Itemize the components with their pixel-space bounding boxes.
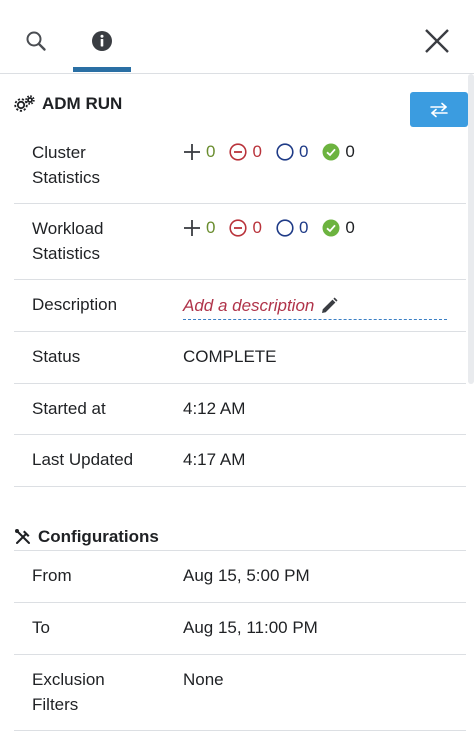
exclusion-filters-row: Exclusion Filters None bbox=[14, 655, 466, 731]
stat-approved-count: 0 bbox=[345, 142, 355, 161]
minus-circle-icon bbox=[229, 219, 248, 237]
label-line-2: Statistics bbox=[32, 168, 101, 187]
label-line-1: Workload bbox=[32, 219, 104, 238]
workload-statistics-label: Workload Statistics bbox=[32, 216, 104, 266]
to-row: To Aug 15, 11:00 PM bbox=[14, 603, 466, 655]
stat-approved: 0 bbox=[322, 218, 355, 238]
plus-icon bbox=[184, 144, 200, 160]
stat-removed-count: 0 bbox=[252, 142, 262, 161]
status-value: COMPLETE bbox=[183, 347, 277, 366]
cluster-stats: 0 0 0 0 bbox=[183, 142, 369, 162]
stat-approved: 0 bbox=[322, 142, 355, 162]
stat-unchanged: 0 bbox=[276, 218, 308, 238]
panel-header bbox=[0, 0, 474, 74]
description-row: Description Add a description bbox=[14, 280, 466, 332]
tools-icon bbox=[14, 528, 32, 546]
scrollbar[interactable] bbox=[468, 74, 474, 384]
stat-unchanged: 0 bbox=[276, 142, 308, 162]
last-updated-label: Last Updated bbox=[32, 450, 134, 469]
stat-removed: 0 bbox=[229, 142, 262, 162]
active-tab-indicator bbox=[73, 67, 131, 72]
adm-run-title-text: ADM RUN bbox=[42, 94, 123, 113]
label-line-2: Statistics bbox=[32, 244, 101, 263]
status-row: Status COMPLETE bbox=[14, 332, 466, 384]
exclusion-filters-label: Exclusion Filters bbox=[32, 667, 105, 717]
last-updated-row: Last Updated 4:17 AM bbox=[14, 435, 466, 487]
switch-button[interactable] bbox=[410, 92, 468, 127]
check-circle-icon bbox=[322, 143, 340, 161]
add-description-link[interactable]: Add a description bbox=[183, 292, 447, 320]
label-line-1: Cluster bbox=[32, 143, 86, 162]
configurations-title: Configurations bbox=[14, 527, 159, 547]
tab-search[interactable] bbox=[12, 20, 60, 62]
started-at-value: 4:12 AM bbox=[183, 399, 246, 418]
add-description-text: Add a description bbox=[183, 295, 315, 315]
from-row: From Aug 15, 5:00 PM bbox=[14, 551, 466, 603]
stat-removed: 0 bbox=[229, 218, 262, 238]
check-circle-icon bbox=[322, 219, 340, 237]
configurations-title-text: Configurations bbox=[38, 527, 159, 546]
workload-stats: 0 0 0 0 bbox=[183, 218, 369, 238]
from-value: Aug 15, 5:00 PM bbox=[183, 566, 310, 585]
status-label: Status bbox=[32, 347, 81, 366]
empty-circle-icon bbox=[276, 219, 294, 237]
description-label: Description bbox=[32, 295, 118, 314]
stat-added: 0 bbox=[183, 142, 215, 162]
search-icon bbox=[26, 31, 46, 51]
gears-icon bbox=[14, 94, 36, 114]
empty-circle-icon bbox=[276, 143, 294, 161]
stat-unchanged-count: 0 bbox=[298, 218, 309, 237]
label-line-2: Filters bbox=[32, 695, 79, 714]
close-button[interactable] bbox=[418, 22, 456, 60]
plus-icon bbox=[184, 220, 200, 236]
from-label: From bbox=[32, 566, 72, 585]
started-at-row: Started at 4:12 AM bbox=[14, 384, 466, 435]
stat-approved-count: 0 bbox=[345, 218, 355, 237]
cluster-statistics-row: Cluster Statistics 0 0 0 0 bbox=[14, 128, 466, 204]
last-updated-value: 4:17 AM bbox=[183, 450, 246, 469]
started-at-label: Started at bbox=[32, 399, 106, 418]
minus-circle-icon bbox=[229, 143, 248, 161]
stat-added: 0 bbox=[183, 218, 215, 238]
stat-added-count: 0 bbox=[206, 142, 216, 161]
tab-info[interactable] bbox=[78, 20, 126, 62]
pencil-icon bbox=[320, 297, 338, 315]
workload-statistics-row: Workload Statistics 0 0 0 0 bbox=[14, 204, 466, 280]
to-value: Aug 15, 11:00 PM bbox=[183, 618, 318, 637]
to-label: To bbox=[32, 618, 50, 637]
stat-removed-count: 0 bbox=[252, 218, 262, 237]
cluster-statistics-label: Cluster Statistics bbox=[32, 140, 100, 190]
close-icon bbox=[425, 29, 449, 53]
swap-arrows-icon bbox=[430, 102, 448, 117]
stat-unchanged-count: 0 bbox=[298, 142, 309, 161]
exclusion-filters-value: None bbox=[183, 670, 224, 689]
stat-added-count: 0 bbox=[206, 218, 216, 237]
info-icon bbox=[92, 31, 112, 51]
label-line-1: Exclusion bbox=[32, 670, 105, 689]
adm-run-title: ADM RUN bbox=[14, 94, 122, 114]
